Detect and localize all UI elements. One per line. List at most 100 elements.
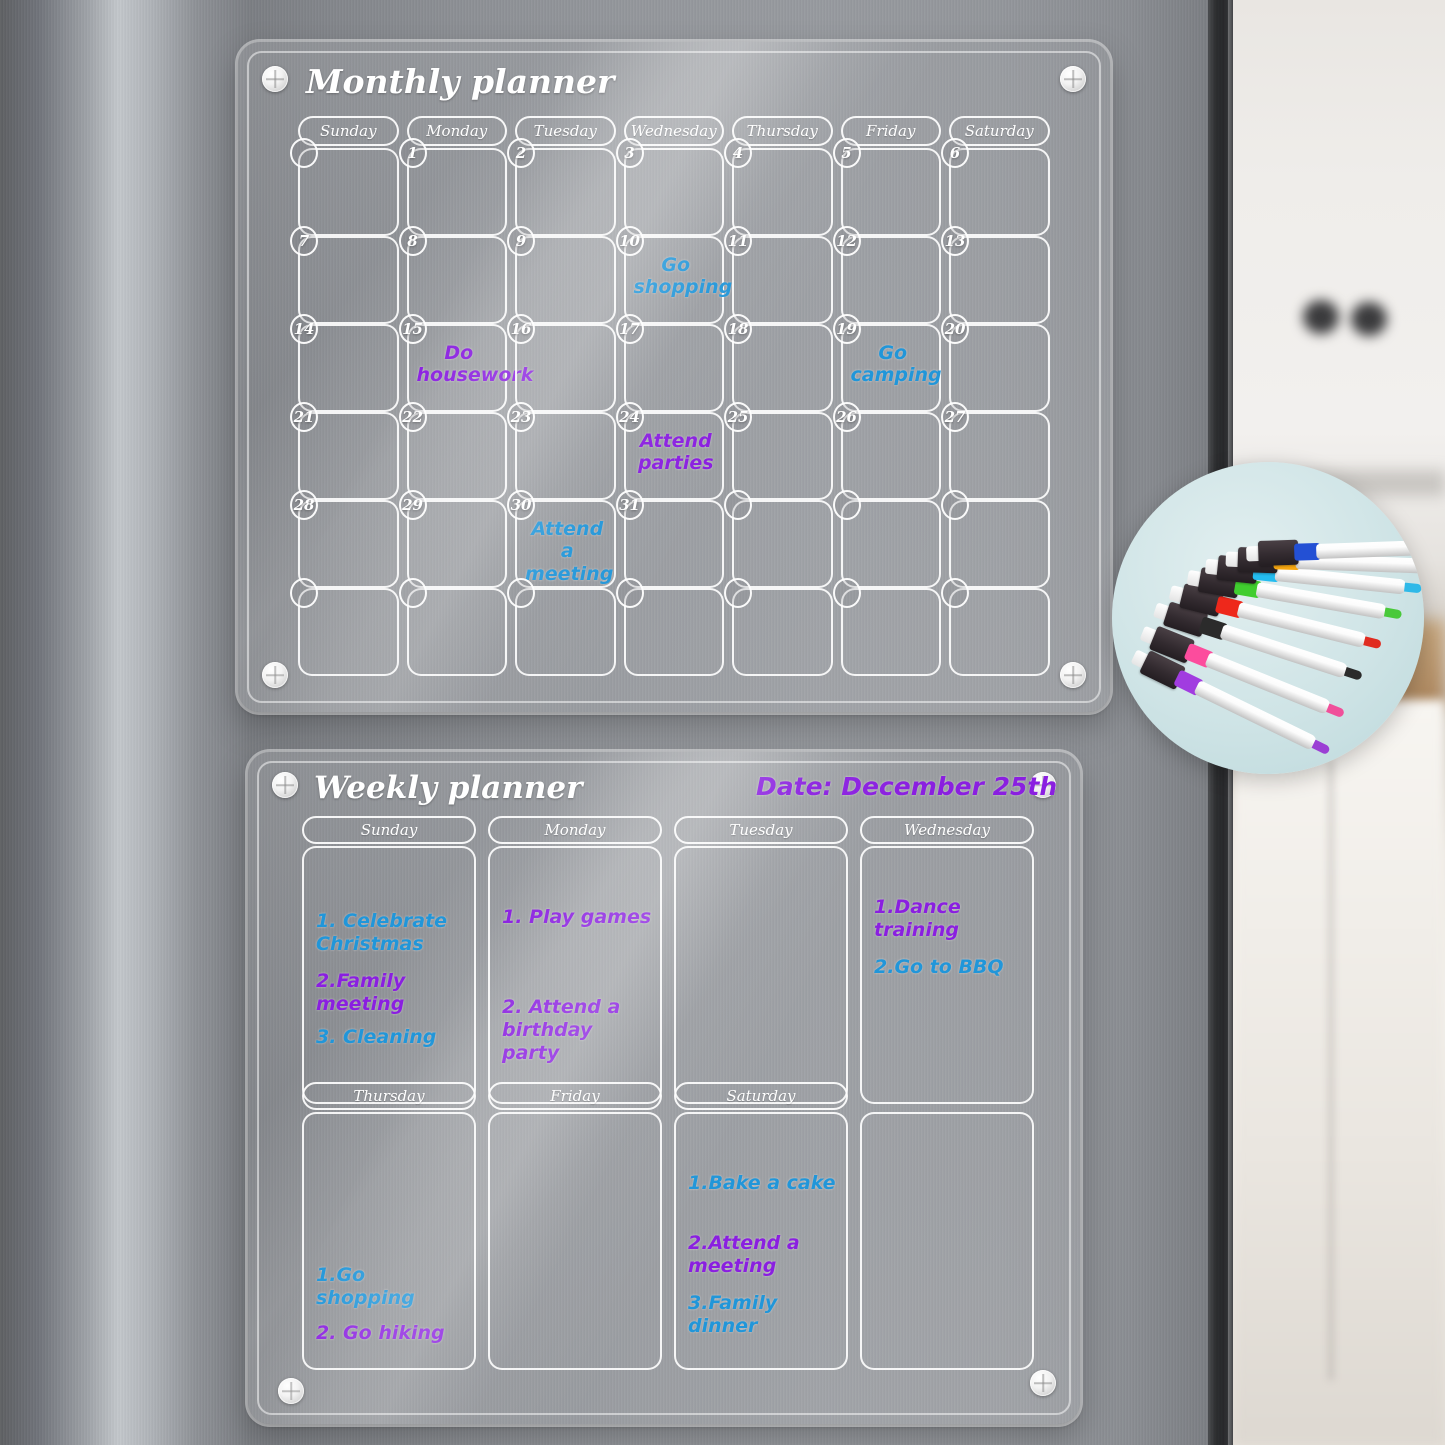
kitchen-item-right (1351, 302, 1387, 336)
marker-eraser-cap (1257, 539, 1299, 567)
monthly-day-cell[interactable]: 8 (398, 226, 507, 324)
monthly-day-note: Do housework (416, 342, 534, 387)
weekly-task-item: 2. Go hiking (316, 1322, 445, 1344)
weekly-day-cell[interactable]: 1.Bake a cake 2.Attend a meeting 3.Family … (674, 1112, 848, 1370)
monthly-day-number: 22 (398, 402, 427, 432)
monthly-day-number: 10 (615, 226, 644, 256)
monthly-day-number (832, 490, 861, 520)
weekly-day-cell[interactable]: 1. Celebrate Christmas 2.Family meeting 3.… (302, 846, 476, 1104)
monthly-day-number: 25 (724, 402, 752, 432)
monthly-day-cell[interactable]: 11 (724, 226, 833, 324)
monthly-day-cell[interactable] (398, 578, 507, 676)
weekly-day-header-wednesday: Wednesday (860, 816, 1034, 844)
monthly-day-cell[interactable]: 18 (724, 314, 833, 412)
monthly-day-cell[interactable]: 5 (832, 138, 941, 236)
monthly-day-cell[interactable] (290, 138, 399, 236)
monthly-day-number: 21 (290, 402, 318, 432)
monthly-screw-top-left (262, 66, 288, 92)
weekly-task-item: 3.Family dinner (688, 1292, 778, 1338)
monthly-day-cell[interactable] (941, 578, 1050, 676)
weekly-planner-title: Weekly planner (314, 770, 583, 806)
kitchen-cabinet-seam (1329, 760, 1333, 1380)
weekly-task-item: 1. Celebrate Christmas (316, 910, 448, 956)
monthly-day-cell[interactable]: 16 (507, 314, 616, 412)
weekly-task-item: 2.Family meeting (316, 970, 406, 1016)
monthly-day-cell[interactable]: 30 Attend a meeting (507, 490, 616, 588)
monthly-day-cell[interactable]: 26 (832, 402, 941, 500)
weekly-date-label: Date: December 25th (756, 772, 1058, 801)
monthly-day-note: Attend parties (637, 430, 714, 475)
monthly-day-cell[interactable]: 12 (832, 226, 941, 324)
weekly-day-cell[interactable]: 1.Dance training 2.Go to BBQ (860, 846, 1034, 1104)
monthly-day-cell[interactable] (290, 578, 399, 676)
monthly-day-note: Attend a meeting (525, 518, 614, 585)
monthly-planner-board[interactable]: Monthly planner Sunday Monday Tuesday Wedne… (238, 42, 1110, 712)
weekly-day-cell[interactable] (860, 1112, 1034, 1370)
monthly-day-number: 15 (398, 314, 427, 344)
weekly-day-header-friday: Friday (488, 1082, 662, 1110)
monthly-day-note: Go camping (850, 342, 942, 387)
monthly-day-cell[interactable] (832, 578, 941, 676)
monthly-day-cell[interactable]: 9 (507, 226, 616, 324)
monthly-day-cell[interactable] (941, 490, 1050, 588)
weekly-task-item: 1.Dance training (874, 896, 961, 942)
monthly-day-number: 30 (507, 490, 535, 520)
monthly-day-cell[interactable]: 4 (724, 138, 833, 236)
monthly-day-number: 20 (941, 314, 969, 344)
monthly-day-number: 31 (615, 490, 644, 520)
weekly-screw-bottom-right (1030, 1370, 1056, 1396)
monthly-day-cell[interactable]: 21 (290, 402, 399, 500)
monthly-day-cell[interactable]: 29 (398, 490, 507, 588)
monthly-day-number (290, 138, 318, 168)
marker-barrel (1316, 539, 1424, 559)
monthly-day-cell[interactable]: 6 (941, 138, 1050, 236)
monthly-day-cell[interactable]: 3 (615, 138, 724, 236)
monthly-day-cell[interactable]: 15 Do housework (398, 314, 534, 412)
marker-pens-inset (1112, 462, 1424, 774)
monthly-day-cell[interactable] (724, 578, 833, 676)
monthly-day-cell[interactable] (724, 490, 833, 588)
monthly-screw-top-right (1060, 66, 1086, 92)
monthly-day-cell[interactable]: 13 (941, 226, 1050, 324)
monthly-day-cell[interactable]: 17 (615, 314, 724, 412)
monthly-day-number (507, 578, 535, 608)
monthly-day-cell[interactable] (507, 578, 616, 676)
monthly-day-number: 27 (941, 402, 969, 432)
weekly-screw-bottom-left (278, 1378, 304, 1404)
weekly-title-row: Weekly planner (314, 770, 582, 806)
monthly-day-cell[interactable]: 10 Go shopping (615, 226, 733, 324)
monthly-day-number: 17 (615, 314, 644, 344)
monthly-day-number (615, 578, 644, 608)
monthly-day-cell[interactable] (615, 578, 724, 676)
product-scene: Monthly planner Sunday Monday Tuesday Wedne… (0, 0, 1445, 1445)
weekly-day-header-tuesday: Tuesday (674, 816, 848, 844)
monthly-day-note: Go shopping (633, 254, 733, 299)
weekly-day-cell[interactable]: 1. Play games 2. Attend a birthday party (488, 846, 662, 1104)
monthly-day-cell[interactable]: 28 (290, 490, 399, 588)
monthly-day-cell[interactable]: 24 Attend parties (615, 402, 724, 500)
weekly-day-header-sunday: Sunday (302, 816, 476, 844)
monthly-day-cell[interactable]: 22 (398, 402, 507, 500)
monthly-day-cell[interactable]: 31 (615, 490, 724, 588)
monthly-day-number (290, 578, 318, 608)
monthly-day-number: 24 (615, 402, 644, 432)
monthly-day-number: 3 (615, 138, 644, 168)
monthly-day-number: 29 (398, 490, 427, 520)
monthly-day-number: 7 (290, 226, 318, 256)
monthly-day-cell[interactable]: 20 (941, 314, 1050, 412)
monthly-day-cell[interactable]: 23 (507, 402, 616, 500)
weekly-day-cell[interactable]: 1.Go shopping 2. Go hiking (302, 1112, 476, 1370)
monthly-day-number (398, 578, 427, 608)
monthly-day-cell[interactable]: 14 (290, 314, 399, 412)
monthly-day-cell[interactable]: 19 Go camping (832, 314, 942, 412)
monthly-day-cell[interactable] (832, 490, 941, 588)
monthly-day-cell[interactable]: 2 (507, 138, 616, 236)
monthly-day-cell[interactable]: 1 (398, 138, 507, 236)
weekly-day-cell[interactable] (488, 1112, 662, 1370)
marker-tip (1343, 667, 1363, 681)
monthly-day-cell[interactable]: 7 (290, 226, 399, 324)
monthly-day-cell[interactable]: 25 (724, 402, 833, 500)
weekly-planner-board[interactable]: Weekly planner Date: December 25th Sunda… (248, 752, 1080, 1424)
monthly-day-cell[interactable]: 27 (941, 402, 1050, 500)
weekly-day-cell[interactable] (674, 846, 848, 1104)
